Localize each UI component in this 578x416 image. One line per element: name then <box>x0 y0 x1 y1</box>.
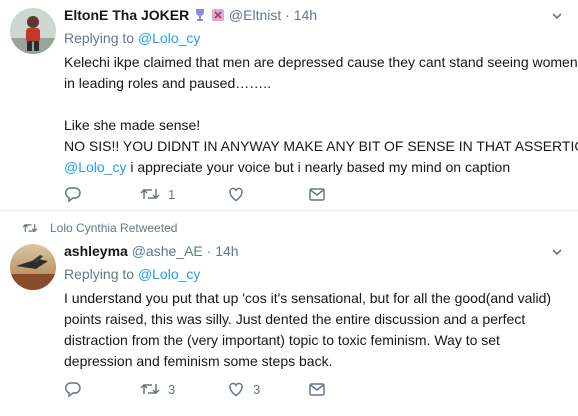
avatar[interactable] <box>10 8 56 54</box>
chevron-down-icon[interactable] <box>550 245 564 259</box>
retweeted-by-label: Lolo Cynthia Retweeted <box>50 221 178 235</box>
reply-icon <box>64 382 81 398</box>
message-icon <box>309 383 325 396</box>
message-button[interactable] <box>308 185 326 203</box>
retweet-button[interactable]: 3 <box>140 380 227 398</box>
tweet-text-line: in leading roles and paused…….. <box>64 75 272 91</box>
retweet-icon <box>22 224 38 232</box>
timestamp[interactable]: 14h <box>215 243 238 259</box>
tweet-actions: 3 3 <box>64 379 326 399</box>
retweeted-by[interactable]: Lolo Cynthia Retweeted <box>20 221 177 235</box>
message-icon <box>309 188 325 201</box>
tweet-header: EltonE Tha JOKER @Eltnist · 14h <box>64 7 317 25</box>
retweet-count: 3 <box>168 381 176 397</box>
tweet[interactable]: Lolo Cynthia Retweeted ashleyma @ashe_AE… <box>0 211 578 416</box>
tweet-text-line: Like she made sense! <box>64 117 201 133</box>
retweet-icon <box>140 188 160 200</box>
replying-to-label: Replying to <box>64 30 135 46</box>
tweet-text-line: distraction from the (very important) to… <box>64 332 500 348</box>
tweet[interactable]: EltonE Tha JOKER @Eltnist · 14h Replying… <box>0 0 578 209</box>
like-icon <box>229 187 243 202</box>
tweet-text-line: NO SIS!! YOU DIDNT IN ANYWAY MAKE ANY BI… <box>64 138 578 154</box>
handle[interactable]: @ashe_AE <box>132 243 203 259</box>
tweet-header: ashleyma @ashe_AE · 14h <box>64 243 239 259</box>
replying-to: Replying to @Lolo_cy <box>64 266 200 282</box>
avatar[interactable] <box>10 244 56 290</box>
timestamp[interactable]: 14h <box>294 7 317 23</box>
tweet-text-line: depression and feminism some steps back. <box>64 353 333 369</box>
separator: · <box>206 243 212 259</box>
tweet-actions: 1 <box>64 184 326 204</box>
retweet-icon <box>140 383 160 395</box>
replying-to: Replying to @Lolo_cy <box>64 30 200 46</box>
separator: · <box>285 7 290 23</box>
replying-to-label: Replying to <box>64 266 135 282</box>
retweet-button[interactable]: 1 <box>140 185 227 203</box>
message-button[interactable] <box>308 380 326 398</box>
handle[interactable]: @Eltnist <box>229 7 281 23</box>
reply-mention-link[interactable]: @Lolo_cy <box>138 30 200 46</box>
trophy-emoji-icon <box>211 8 225 25</box>
display-name[interactable]: ashleyma <box>64 243 128 259</box>
tweet-text-line: Kelechi ikpe claimed that men are depres… <box>64 54 578 70</box>
tweet-text-line: @Lolo_cy i appreciate your voice but i n… <box>64 157 572 178</box>
reply-button[interactable] <box>64 380 140 398</box>
tweet-text: Kelechi ikpe claimed that men are depres… <box>64 52 578 178</box>
tweet-text-fragment: i appreciate your voice but i nearly bas… <box>126 159 511 175</box>
like-button[interactable]: 3 <box>227 380 308 398</box>
like-button[interactable] <box>227 185 308 203</box>
reply-icon <box>64 187 81 203</box>
chevron-down-icon[interactable] <box>550 9 564 23</box>
tweet-text-line: I understand you put that up 'cos it's s… <box>64 290 552 306</box>
like-count: 3 <box>253 381 261 397</box>
mention-link[interactable]: @Lolo_cy <box>64 159 126 175</box>
retweet-count: 1 <box>168 186 176 202</box>
tweet-text: I understand you put that up 'cos it's s… <box>64 288 572 372</box>
reply-button[interactable] <box>64 185 140 203</box>
reply-mention-link[interactable]: @Lolo_cy <box>138 266 200 282</box>
trophy-emoji-icon <box>193 8 207 25</box>
like-icon <box>229 382 243 397</box>
display-name[interactable]: EltonE Tha JOKER <box>64 7 189 23</box>
tweet-text-line: points raised, this was silly. Just dent… <box>64 311 526 327</box>
